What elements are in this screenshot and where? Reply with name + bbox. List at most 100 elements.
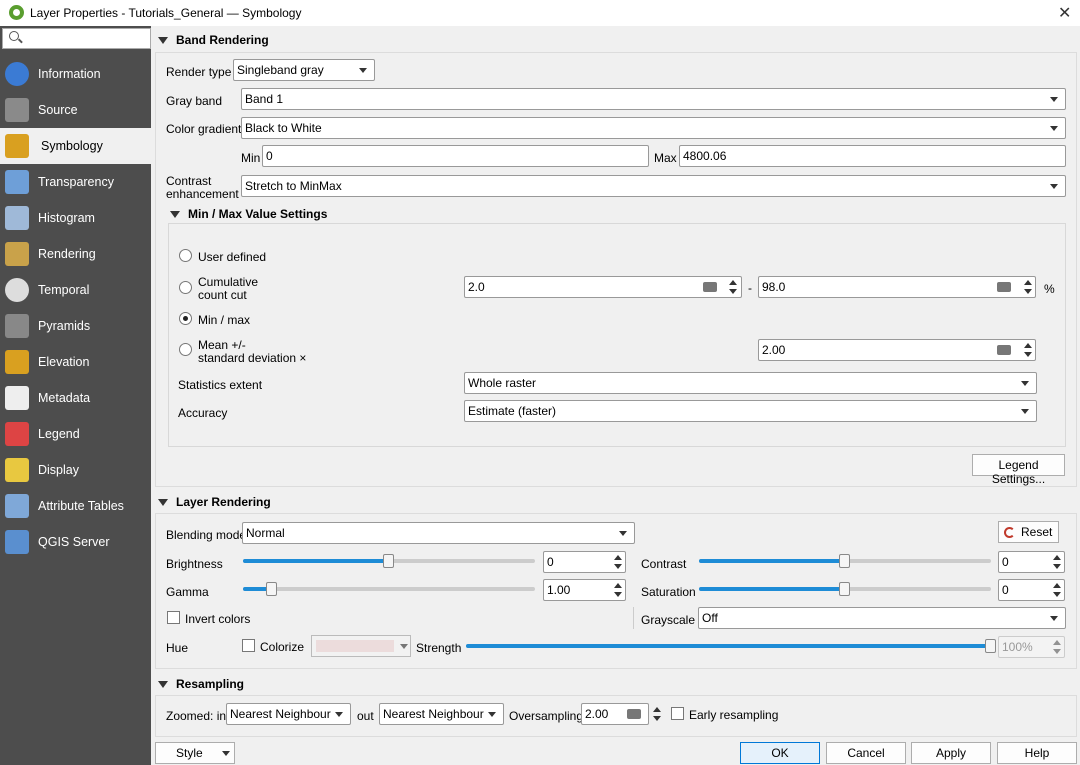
chevron-down-icon[interactable] bbox=[222, 751, 230, 756]
grayscale-label: Grayscale bbox=[641, 613, 696, 627]
accuracy-select[interactable]: Estimate (faster) bbox=[464, 400, 1037, 422]
spin-icon[interactable] bbox=[1021, 276, 1035, 298]
sidebar-item-label: Symbology bbox=[41, 139, 103, 153]
collapse-icon[interactable] bbox=[158, 681, 168, 688]
contrast-label: Contrast bbox=[166, 174, 212, 188]
sidebar-item-display[interactable]: Display bbox=[0, 452, 151, 488]
spin-icon[interactable] bbox=[650, 703, 664, 725]
sidebar-item-source[interactable]: Source bbox=[0, 92, 151, 128]
clear-icon[interactable] bbox=[703, 282, 717, 292]
invert-colors-checkbox[interactable] bbox=[167, 611, 180, 624]
help-button[interactable]: Help bbox=[997, 742, 1077, 764]
max-input[interactable]: 4800.06 bbox=[679, 145, 1066, 167]
render-type-select[interactable]: Singleband gray bbox=[233, 59, 375, 81]
clear-icon[interactable] bbox=[627, 709, 641, 719]
collapse-icon[interactable] bbox=[170, 211, 180, 218]
saturation-slider[interactable] bbox=[699, 582, 991, 596]
band-rendering-header[interactable]: Band Rendering bbox=[176, 33, 269, 47]
zoomed-in-select[interactable]: Nearest Neighbour bbox=[226, 703, 351, 725]
sidebar-item-histogram[interactable]: Histogram bbox=[0, 200, 151, 236]
close-icon[interactable]: ✕ bbox=[1058, 3, 1071, 23]
minmax-radio[interactable] bbox=[179, 312, 192, 325]
statistics-extent-select[interactable]: Whole raster bbox=[464, 372, 1037, 394]
contrast-slider[interactable] bbox=[699, 554, 991, 568]
slider-fill bbox=[466, 644, 991, 648]
spin-icon[interactable] bbox=[1050, 551, 1064, 573]
gray-band-label: Gray band bbox=[166, 94, 223, 108]
sidebar-item-pyramids[interactable]: Pyramids bbox=[0, 308, 151, 344]
spin-icon[interactable] bbox=[1021, 339, 1035, 361]
window-title: Layer Properties - Tutorials_General — S… bbox=[30, 6, 302, 20]
layer-rendering-header[interactable]: Layer Rendering bbox=[176, 495, 271, 509]
sidebar-item-metadata[interactable]: Metadata bbox=[0, 380, 151, 416]
spin-icon[interactable] bbox=[611, 579, 625, 601]
grayscale-select[interactable]: Off bbox=[698, 607, 1066, 629]
spin-icon[interactable] bbox=[726, 276, 740, 298]
metadata-icon bbox=[5, 386, 29, 410]
sidebar-item-symbology[interactable]: Symbology bbox=[0, 128, 151, 164]
slider-handle[interactable] bbox=[839, 582, 850, 596]
clear-icon[interactable] bbox=[997, 345, 1011, 355]
slider-handle[interactable] bbox=[839, 554, 850, 568]
blending-mode-select[interactable]: Normal bbox=[242, 522, 635, 544]
collapse-icon[interactable] bbox=[158, 37, 168, 44]
clear-icon[interactable] bbox=[997, 282, 1011, 292]
gray-band-select[interactable]: Band 1 bbox=[241, 88, 1066, 110]
chevron-down-icon[interactable] bbox=[400, 644, 408, 649]
sidebar-item-label: Transparency bbox=[38, 175, 114, 189]
sidebar-item-label: Information bbox=[38, 67, 101, 81]
sidebar-item-information[interactable]: Information bbox=[0, 56, 151, 92]
early-resampling-label: Early resampling bbox=[689, 708, 779, 722]
collapse-icon[interactable] bbox=[158, 499, 168, 506]
contrast-label-2: enhancement bbox=[166, 187, 239, 201]
sidebar-item-elevation[interactable]: Elevation bbox=[0, 344, 151, 380]
sidebar-item-temporal[interactable]: Temporal bbox=[0, 272, 151, 308]
display-icon bbox=[5, 458, 29, 482]
cumulative-radio[interactable] bbox=[179, 281, 192, 294]
contrast-enhancement-select[interactable]: Stretch to MinMax bbox=[241, 175, 1066, 197]
strength-slider[interactable] bbox=[466, 639, 996, 653]
colorize-checkbox[interactable] bbox=[242, 639, 255, 652]
slider-handle[interactable] bbox=[985, 639, 996, 653]
sidebar-item-label: Pyramids bbox=[38, 319, 91, 333]
ok-button[interactable]: OK bbox=[740, 742, 820, 764]
mean-label: Mean +/- bbox=[198, 338, 246, 352]
slider-fill bbox=[699, 587, 845, 591]
apply-button[interactable]: Apply bbox=[911, 742, 991, 764]
sidebar-item-legend[interactable]: Legend bbox=[0, 416, 151, 452]
stddev-input[interactable]: 2.00 bbox=[758, 339, 1036, 361]
cancel-button[interactable]: Cancel bbox=[826, 742, 906, 764]
user-defined-radio[interactable] bbox=[179, 249, 192, 262]
legend-settings-button[interactable]: Legend Settings... bbox=[972, 454, 1065, 486]
sidebar-item-rendering[interactable]: Rendering bbox=[0, 236, 151, 272]
cumulative-low-input[interactable]: 2.0 bbox=[464, 276, 742, 298]
search-input[interactable] bbox=[2, 28, 151, 49]
gamma-label: Gamma bbox=[166, 585, 209, 599]
early-resampling-checkbox[interactable] bbox=[671, 707, 684, 720]
brightness-slider[interactable] bbox=[243, 554, 535, 568]
mean-stddev-radio[interactable] bbox=[179, 343, 192, 356]
zoomed-out-select[interactable]: Nearest Neighbour bbox=[379, 703, 504, 725]
oversampling-label: Oversampling bbox=[509, 709, 584, 723]
slider-handle[interactable] bbox=[383, 554, 394, 568]
slider-handle[interactable] bbox=[266, 582, 277, 596]
cumulative-high-input[interactable]: 98.0 bbox=[758, 276, 1036, 298]
min-input[interactable]: 0 bbox=[262, 145, 649, 167]
spin-icon[interactable] bbox=[1050, 636, 1064, 658]
spin-icon[interactable] bbox=[611, 551, 625, 573]
color-gradient-select[interactable]: Black to White bbox=[241, 117, 1066, 139]
gamma-slider[interactable] bbox=[243, 582, 535, 596]
sidebar-item-qgis-server[interactable]: QGIS Server bbox=[0, 524, 151, 560]
resampling-header[interactable]: Resampling bbox=[176, 677, 244, 691]
color-button[interactable] bbox=[311, 635, 411, 657]
sidebar-item-attribute-tables[interactable]: Attribute Tables bbox=[0, 488, 151, 524]
elevation-icon bbox=[5, 350, 29, 374]
invert-colors-label: Invert colors bbox=[185, 612, 251, 626]
spin-icon[interactable] bbox=[1050, 579, 1064, 601]
sidebar-item-transparency[interactable]: Transparency bbox=[0, 164, 151, 200]
user-defined-label: User defined bbox=[198, 250, 267, 264]
minmax-header[interactable]: Min / Max Value Settings bbox=[188, 207, 327, 221]
attribute-tables-icon bbox=[5, 494, 29, 518]
reset-icon bbox=[1004, 527, 1015, 538]
sidebar-item-label: Legend bbox=[38, 427, 80, 441]
